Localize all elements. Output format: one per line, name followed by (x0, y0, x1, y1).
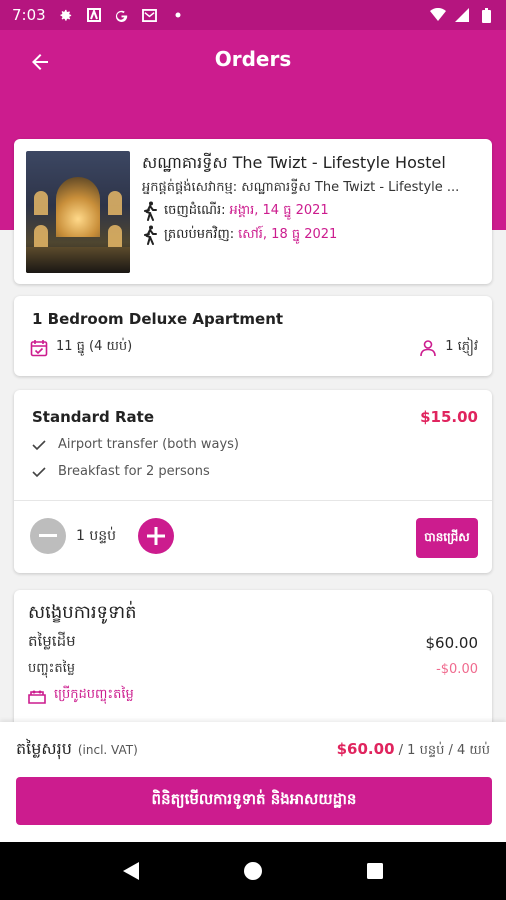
room-name: 1 Bedroom Deluxe Apartment (32, 310, 284, 328)
rate-title: Standard Rate (32, 408, 155, 426)
hotel-card[interactable]: សណ្ឋាគារទ្វីស The Twizt - Lifestyle Host… (14, 139, 492, 284)
rate-card: Standard Rate $15.00 Airport transfer (b… (14, 390, 492, 573)
status-time: 7:03 (12, 6, 46, 24)
original-price-row: តម្លៃដើម $60.00 (28, 632, 478, 654)
page-title: Orders (214, 47, 292, 71)
check-icon (32, 439, 46, 450)
google-icon (114, 7, 130, 23)
checkin-row: ចេញដំណើរ: អង្គារ, 14 ធ្នូ 2021 (142, 199, 482, 223)
minus-icon (39, 534, 57, 537)
rate-price: $15.00 (420, 408, 478, 426)
battery-icon (478, 7, 494, 23)
rate-feature-text: Breakfast for 2 persons (58, 464, 210, 479)
hotel-image (26, 151, 130, 273)
rate-feature: Airport transfer (both ways) (32, 437, 239, 452)
room-guests-text: 1 ភ្ញៀវ (445, 339, 478, 354)
back-triangle-icon (123, 862, 139, 880)
divider (14, 500, 492, 501)
home-circle-icon (244, 862, 262, 880)
checkout-label: ត្រលប់មកវិញ: (164, 227, 235, 242)
quantity-stepper: 1 បន្ទប់ (30, 518, 174, 554)
checkout-panel: តម្លៃសរុប (incl. VAT) $60.00 / 1 បន្ទប់ … (0, 722, 506, 842)
checkin-value: អង្គារ, 14 ធ្នូ 2021 (229, 203, 329, 218)
nav-back-button[interactable] (111, 851, 151, 891)
decrease-button[interactable] (30, 518, 66, 554)
check-icon (32, 466, 46, 477)
checkout-value: សៅរ៍, 18 ធ្នូ 2021 (238, 227, 338, 242)
room-date-text: 11 ធ្នូ (4 យប់) (56, 339, 133, 354)
total-suffix: / 1 បន្ទប់ / 4 យប់ (394, 743, 490, 758)
nav-recents-button[interactable] (355, 851, 395, 891)
plus-icon (147, 527, 165, 545)
increase-button[interactable] (138, 518, 174, 554)
total-row: តម្លៃសរុប (incl. VAT) $60.00 / 1 បន្ទប់ … (16, 738, 490, 762)
original-price-value: $60.00 (425, 634, 479, 652)
room-guests: 1 ភ្ញៀវ (419, 338, 478, 357)
recents-square-icon (367, 863, 383, 879)
nav-home-button[interactable] (233, 851, 273, 891)
summary-title: សង្ខេបការទូទាត់ (28, 602, 137, 623)
discount-label: បញ្ចុះតម្លៃ (28, 661, 75, 676)
calendar-check-icon (30, 339, 48, 356)
checkin-label: ចេញដំណើរ: (164, 203, 226, 218)
payment-summary-card: សង្ខេបការទូទាត់ តម្លៃដើម $60.00 បញ្ចុះតម… (14, 590, 492, 730)
mail-icon (142, 7, 158, 23)
person-icon (420, 339, 437, 356)
promo-code-link[interactable]: ប្រើកូដបញ្ចុះតម្លៃ (28, 686, 134, 705)
signal-icon (454, 7, 470, 23)
gear-icon (58, 7, 74, 23)
walking-icon (142, 201, 160, 221)
review-payment-button[interactable]: ពិនិត្យមើលការទូទាត់ និងអាសយដ្ឋាន (16, 777, 492, 825)
promo-code-label: ប្រើកូដបញ្ចុះតម្លៃ (54, 687, 134, 702)
hotel-provider: អ្នកផ្គត់ផ្គង់សេវាកម្ម: សណ្ឋាគារទ្វីស Th… (142, 180, 460, 195)
system-nav-bar (0, 842, 506, 900)
hotel-name: សណ្ឋាគារទ្វីស The Twizt - Lifestyle Host… (142, 153, 446, 172)
walking-icon (142, 225, 160, 245)
discount-value: -$0.00 (436, 662, 478, 677)
room-card: 1 Bedroom Deluxe Apartment 11 ធ្នូ (4 យប… (14, 296, 492, 376)
select-rate-button[interactable]: បានជ្រើស (416, 518, 478, 558)
ticket-icon (28, 690, 46, 704)
checkout-row: ត្រលប់មកវិញ: សៅរ៍, 18 ធ្នូ 2021 (142, 223, 482, 247)
rate-feature: Breakfast for 2 persons (32, 464, 210, 479)
total-label: តម្លៃសរុប (16, 739, 72, 758)
vat-label: (incl. VAT) (77, 743, 138, 757)
rate-feature-text: Airport transfer (both ways) (58, 437, 239, 452)
dot-icon (170, 7, 186, 23)
total-amount: $60.00 (336, 740, 395, 758)
discount-row: បញ្ចុះតម្លៃ -$0.00 (28, 660, 478, 679)
original-price-label: តម្លៃដើម (28, 632, 76, 650)
room-date: 11 ធ្នូ (4 យប់) (30, 338, 132, 357)
quantity-value: 1 បន្ទប់ (76, 527, 117, 544)
a-notification-icon (86, 7, 102, 23)
wifi-icon (430, 7, 446, 23)
status-bar: 7:03 (0, 0, 506, 30)
